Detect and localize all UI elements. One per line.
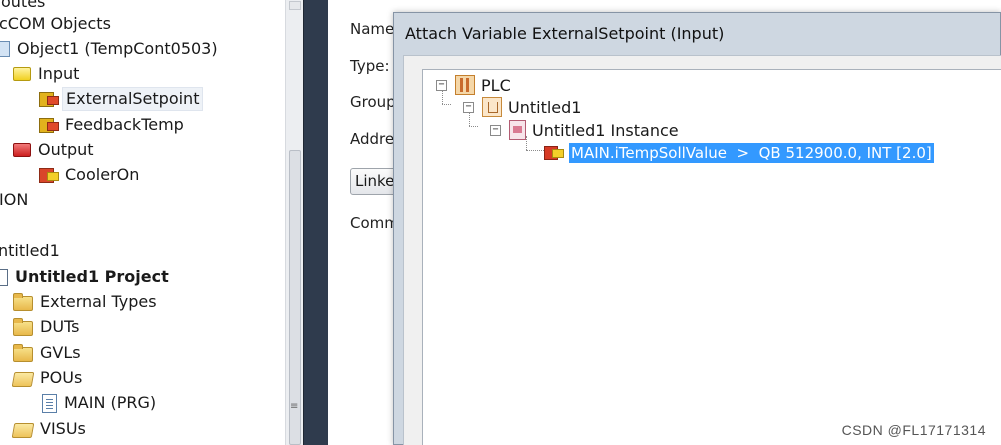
tree-connector [526,150,544,151]
tree-item-label: VISUs [40,419,86,438]
tree-item-main-prg[interactable]: MAIN (PRG) [42,391,159,415]
scroll-up-button[interactable] [289,1,301,10]
variable-separator: > [726,144,759,162]
tree-item-label: MAIN (PRG) [64,393,157,412]
tree-item-label: ntitled1 [0,241,60,260]
tree-item-untitled1[interactable]: ntitled1 [0,239,63,263]
tree-node-label: PLC [481,75,511,95]
input-variable-icon [38,116,59,134]
tree-item-untitled1-project[interactable]: Untitled1 Project [0,265,172,289]
tree-item-duts[interactable]: DUTs [13,315,83,339]
left-panel-scrollbar[interactable]: ≡ [285,0,303,445]
document-icon [42,393,57,413]
plc-instance-icon [509,120,526,140]
tree-item-label: GVLs [40,343,81,362]
tree-item-external-types[interactable]: External Types [13,290,160,314]
tree-item-label: Input [38,64,80,83]
output-variable-icon [543,143,564,163]
tree-item-output[interactable]: Output [13,138,97,162]
tree-connector [442,104,451,105]
plc-icon [455,75,475,95]
tree-node-untitled1-instance[interactable]: − Untitled1 Instance [490,119,679,141]
tree-item-gvls[interactable]: GVLs [13,341,84,365]
open-folder-icon [11,371,35,387]
tree-node-untitled1[interactable]: − Untitled1 [463,96,581,118]
plc-project-icon [482,97,502,117]
tree-item-input[interactable]: Input [13,62,82,86]
tree-item-label: DUTs [40,317,80,336]
collapse-icon[interactable]: − [463,101,474,113]
output-variable-icon [38,166,59,184]
collapse-icon[interactable]: − [436,79,447,91]
panel-splitter[interactable] [303,0,328,445]
tree-node-plc[interactable]: − PLC [436,74,511,96]
dialog-title: Attach Variable ExternalSetpoint (Input) [405,24,725,43]
dialog-body: − PLC − Untitled1 − Untitled1 Instance M… [403,55,1001,445]
tree-item-feedbacktemp[interactable]: FeedbackTemp [38,113,187,137]
input-variable-icon [38,90,59,108]
tree-item-label: POUs [40,368,83,387]
tree-item-externalsetpoint[interactable]: ExternalSetpoint [38,87,204,111]
variable-address: QB 512900.0, INT [2.0] [758,144,932,162]
variable-name: MAIN.iTempSollValue [571,144,727,162]
collapse-icon[interactable]: − [490,124,501,136]
attach-variable-dialog: Attach Variable ExternalSetpoint (Input)… [393,12,1001,445]
object-icon [0,41,10,57]
tree-item-pous[interactable]: POUs [11,366,85,390]
input-folder-icon [13,67,31,81]
solution-explorer-tree: outes cCOM Objects Object1 (TempCont0503… [0,0,285,445]
project-icon [0,268,8,286]
tree-item-tccom-objects[interactable]: cCOM Objects [0,12,114,36]
watermark: CSDN @FL17171314 [841,422,986,438]
tree-item-cooleron[interactable]: CoolerOn [38,163,142,187]
tree-item-label: cCOM Objects [0,14,111,33]
tree-connector [469,126,478,127]
tree-node-label: Untitled1 [508,97,582,117]
tree-item-label: CoolerOn [65,165,140,184]
tree-item-motion[interactable]: ION [0,188,31,212]
tree-node-itempsollvalue[interactable]: MAIN.iTempSollValue > QB 512900.0, INT [… [543,142,934,164]
tree-item-label: FeedbackTemp [65,115,184,134]
variable-tree[interactable]: − PLC − Untitled1 − Untitled1 Instance M… [422,69,1001,445]
tree-item-visus[interactable]: VISUs [11,417,89,441]
tree-node-label: Untitled1 Instance [532,120,679,140]
tree-item-label: External Types [40,292,157,311]
folder-icon [13,317,33,336]
type-label: Type: [350,57,390,75]
tree-item-label: ExternalSetpoint [62,87,204,111]
tree-item-label: Untitled1 Project [15,267,169,286]
selected-variable[interactable]: MAIN.iTempSollValue > QB 512900.0, INT [… [569,143,934,163]
open-folder-icon [11,422,35,438]
tree-item-object1[interactable]: Object1 (TempCont0503) [0,37,221,61]
name-label: Name: [350,20,400,38]
tree-item-label: ION [0,190,29,209]
folder-icon [13,343,33,362]
output-folder-icon [13,143,31,157]
folder-icon [13,292,33,311]
tree-item-label: Object1 (TempCont0503) [17,39,218,58]
tree-item-label: Output [38,140,94,159]
grip-icon: ≡ [290,401,298,412]
